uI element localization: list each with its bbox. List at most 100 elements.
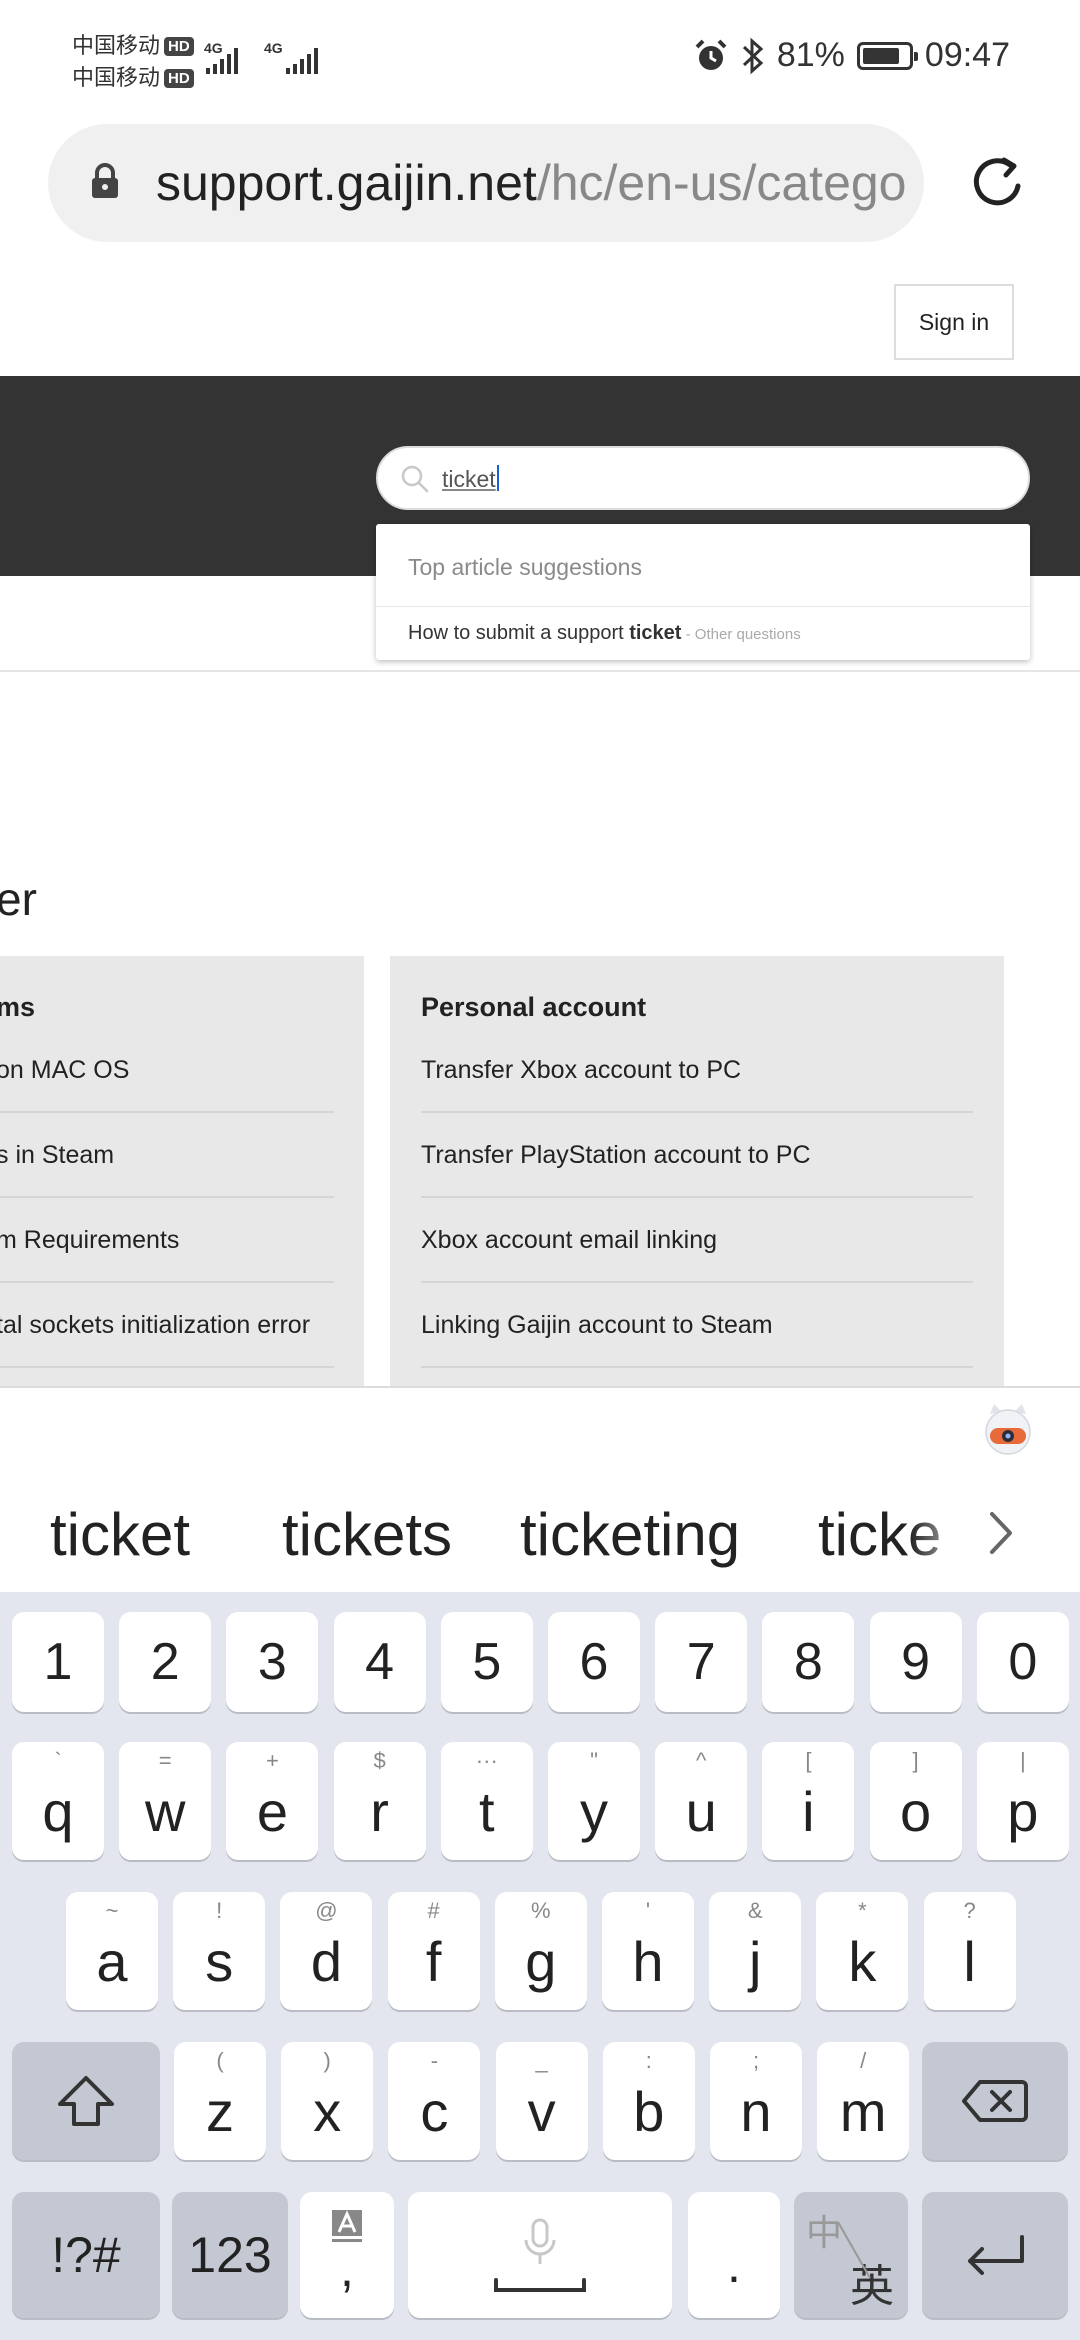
keyboard-assistant-icon[interactable] xyxy=(984,1400,1032,1460)
key-y[interactable]: " y xyxy=(548,1742,640,1860)
shift-icon xyxy=(58,2076,114,2126)
key-w[interactable]: = w xyxy=(119,1742,212,1860)
url-text[interactable]: support.gaijin.net/hc/en-us/catego xyxy=(156,154,916,212)
key-h[interactable]: ' h xyxy=(602,1892,694,2010)
backspace-key[interactable] xyxy=(922,2042,1068,2160)
language-switch-key[interactable]: 中 英 xyxy=(794,2192,908,2318)
key-secondary-label: ··· xyxy=(475,1748,498,1773)
key-k[interactable]: * k xyxy=(816,1892,909,2010)
key-secondary-label: ( xyxy=(216,2048,224,2073)
key-0[interactable]: 0 xyxy=(976,1612,1069,1712)
key-4[interactable]: 4 xyxy=(333,1612,426,1712)
key-x[interactable]: ) x xyxy=(281,2042,374,2160)
shift-key[interactable] xyxy=(12,2042,160,2160)
key-u[interactable]: ^ u xyxy=(655,1742,748,1860)
key-label: r xyxy=(370,1779,389,1843)
article-link[interactable]: m Requirements xyxy=(0,1226,179,1255)
key-label: h xyxy=(632,1929,664,1993)
bluetooth-icon xyxy=(742,37,764,74)
key-label: o xyxy=(900,1779,932,1843)
key-9[interactable]: 9 xyxy=(869,1612,962,1712)
key-g[interactable]: % g xyxy=(494,1892,587,2010)
reload-icon[interactable] xyxy=(966,150,1030,214)
search-value[interactable]: ticket xyxy=(442,465,499,493)
category-card-left: ms on MAC OS s in Steam m Requirements t… xyxy=(0,956,364,1386)
key-label: m xyxy=(839,2079,887,2143)
key-z[interactable]: (z xyxy=(174,2042,266,2160)
key-f[interactable]: # f xyxy=(387,1892,480,2010)
key-label: s xyxy=(205,1929,234,1993)
key-m[interactable]: / m xyxy=(817,2042,910,2160)
key-label: e xyxy=(256,1779,288,1843)
key-label: g xyxy=(525,1929,557,1993)
key-e[interactable]: + e xyxy=(226,1742,319,1860)
key-v[interactable]: _ v xyxy=(495,2042,588,2160)
key-label: l xyxy=(963,1929,976,1993)
key-3[interactable]: 3 xyxy=(226,1612,319,1712)
key-j[interactable]: & j xyxy=(709,1892,802,2010)
article-link[interactable]: Transfer PlayStation account to PC xyxy=(421,1141,811,1170)
key-7[interactable]: 7 xyxy=(655,1612,748,1712)
key-2[interactable]: 2 xyxy=(119,1612,212,1712)
card-title[interactable]: ms xyxy=(0,992,35,1023)
key-1[interactable]: 1 xyxy=(12,1612,104,1712)
key-i[interactable]: [i xyxy=(762,1742,855,1860)
key-l[interactable]: ? l xyxy=(923,1892,1016,2010)
article-link[interactable]: Xbox account email linking xyxy=(421,1226,717,1255)
key-label: w xyxy=(144,1779,186,1843)
key-s[interactable]: ! s xyxy=(173,1892,266,2010)
comma-key[interactable]: , xyxy=(300,2192,394,2318)
key-p[interactable]: | p xyxy=(976,1742,1069,1860)
divider xyxy=(0,670,1080,672)
key-d[interactable]: @ d xyxy=(280,1892,373,2010)
divider xyxy=(0,1366,334,1368)
period-key[interactable]: . xyxy=(688,2192,780,2318)
candidate-word[interactable]: tickets xyxy=(282,1500,452,1569)
article-link[interactable]: Linking Gaijin account to Steam xyxy=(421,1311,773,1340)
key-secondary-label: # xyxy=(427,1898,440,1923)
key-r[interactable]: $ r xyxy=(333,1742,426,1860)
candidate-word[interactable]: ticket xyxy=(50,1500,190,1569)
article-link[interactable]: tal sockets initialization error xyxy=(0,1311,310,1340)
numbers-key[interactable]: 123 xyxy=(172,2192,288,2318)
symbols-key[interactable]: !?# xyxy=(12,2192,160,2318)
key-label: d xyxy=(310,1929,342,1993)
candidate-word[interactable]: ticketing xyxy=(520,1500,740,1569)
key-label: 4 xyxy=(365,1633,395,1691)
key-label: x xyxy=(313,2079,342,2143)
key-label: c xyxy=(420,2079,449,2143)
key-a[interactable]: ~ a xyxy=(66,1892,158,2010)
key-label: 0 xyxy=(1008,1633,1038,1691)
chevron-right-icon[interactable] xyxy=(986,1508,1016,1558)
key-secondary-label: = xyxy=(158,1748,172,1773)
key-c[interactable]: -c xyxy=(388,2042,481,2160)
key-label: b xyxy=(633,2079,665,2143)
key-5[interactable]: 5 xyxy=(440,1612,533,1712)
suggestion-item[interactable]: How to submit a support ticket - Other q… xyxy=(408,622,801,645)
sign-in-button[interactable]: Sign in xyxy=(894,284,1014,360)
key-label: y xyxy=(580,1779,608,1843)
key-o[interactable]: ] o xyxy=(869,1742,962,1860)
backspace-icon xyxy=(962,2080,1028,2122)
divider xyxy=(421,1281,973,1283)
key-secondary-label: " xyxy=(590,1748,598,1773)
key-label: 6 xyxy=(579,1633,609,1691)
card-title[interactable]: Personal account xyxy=(421,992,646,1023)
clock: 09:47 xyxy=(924,36,1010,74)
divider xyxy=(421,1196,973,1198)
address-bar[interactable]: support.gaijin.net/hc/en-us/catego xyxy=(48,124,924,242)
key-b[interactable]: :b xyxy=(602,2042,695,2160)
key-q[interactable]: ` q xyxy=(12,1742,104,1860)
key-n[interactable]: ; n xyxy=(710,2042,802,2160)
key-6[interactable]: 6 xyxy=(548,1612,640,1712)
enter-key[interactable] xyxy=(922,2192,1068,2318)
carrier-1: 中国移动 HD xyxy=(72,28,194,60)
article-link[interactable]: s in Steam xyxy=(0,1141,114,1170)
signal-icon-1 xyxy=(206,46,238,74)
space-key[interactable] xyxy=(408,2192,672,2318)
article-link[interactable]: on MAC OS xyxy=(0,1056,129,1085)
key-t[interactable]: ··· t xyxy=(440,1742,533,1860)
key-8[interactable]: 8 xyxy=(762,1612,855,1712)
search-input[interactable]: ticket xyxy=(376,446,1030,510)
article-link[interactable]: Transfer Xbox account to PC xyxy=(421,1056,741,1085)
